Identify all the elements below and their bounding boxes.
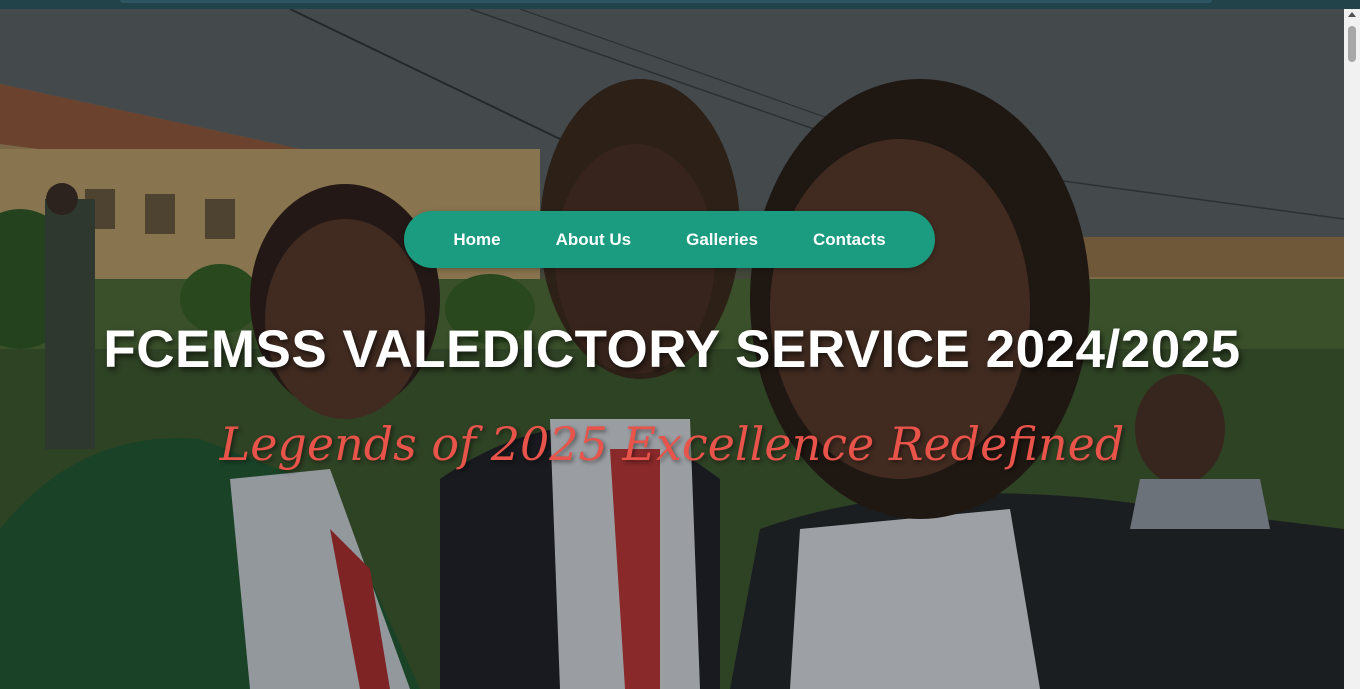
top-header-bar [0,0,1360,9]
nav-item-about-us[interactable]: About Us [556,230,632,250]
hero-subtitle: Legends of 2025 Excellence Redefined [219,417,1125,471]
scrollbar-thumb[interactable] [1348,26,1356,62]
scroll-up-arrow-icon[interactable] [1348,12,1356,17]
nav-item-home[interactable]: Home [453,230,500,250]
nav-item-galleries[interactable]: Galleries [686,230,758,250]
hero-section: Home About Us Galleries Contacts FCEMSS … [0,9,1344,689]
main-navigation: Home About Us Galleries Contacts [404,211,935,268]
hero-title: FCEMSS VALEDICTORY SERVICE 2024/2025 [103,320,1241,379]
page: Home About Us Galleries Contacts FCEMSS … [0,0,1360,689]
top-header-strip [120,0,1212,3]
nav-item-contacts[interactable]: Contacts [813,230,886,250]
vertical-scrollbar[interactable] [1344,9,1360,689]
